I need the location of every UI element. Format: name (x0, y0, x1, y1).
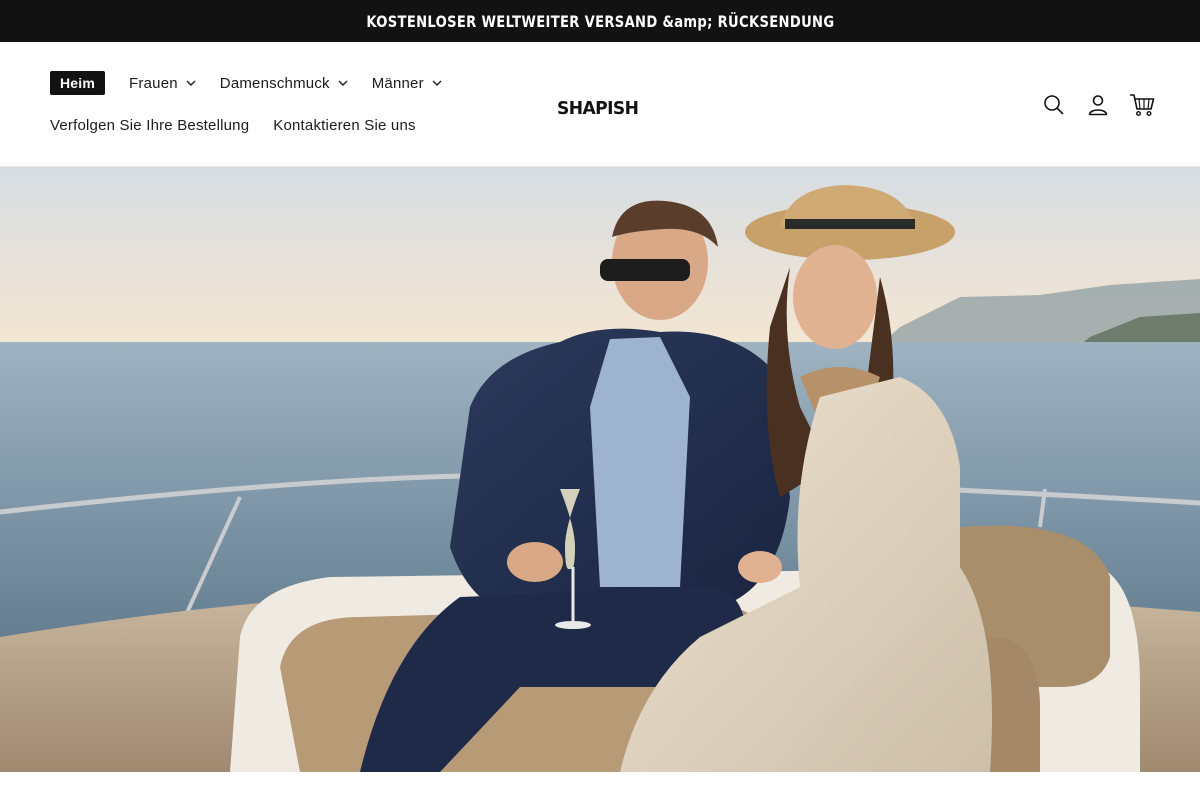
chevron-down-icon (186, 80, 196, 86)
nav-label: Kontaktieren Sie uns (273, 116, 416, 134)
hero-banner[interactable] (0, 167, 1200, 772)
announcement-text: KOSTENLOSER WELTWEITER VERSAND &amp; RÜC… (365, 11, 835, 31)
site-logo[interactable]: SHAPISH (557, 98, 639, 119)
nav-label: Heim (60, 75, 96, 91)
account-icon[interactable] (1076, 92, 1120, 118)
nav-label: Frauen (129, 74, 178, 92)
nav-item-contact[interactable]: Kontaktieren Sie uns (273, 117, 415, 134)
chevron-down-icon (338, 80, 348, 86)
cart-icon[interactable] (1120, 92, 1164, 118)
nav-item-heim[interactable]: Heim (50, 71, 106, 95)
chevron-down-icon (432, 80, 442, 86)
hero-image (0, 167, 1200, 772)
site-header: Heim Frauen Damenschmuck Männer Verfolge… (0, 42, 1200, 167)
nav-item-damenschmuck[interactable]: Damenschmuck (220, 75, 348, 92)
nav-item-track-order[interactable]: Verfolgen Sie Ihre Bestellung (50, 117, 249, 134)
announcement-bar: KOSTENLOSER WELTWEITER VERSAND &amp; RÜC… (0, 0, 1200, 42)
nav-label: Damenschmuck (219, 74, 330, 92)
nav-item-maenner[interactable]: Männer (372, 75, 442, 92)
nav-label: Männer (371, 74, 424, 92)
header-icons (1032, 92, 1164, 118)
nav-label: Verfolgen Sie Ihre Bestellung (50, 116, 250, 134)
search-icon[interactable] (1032, 92, 1076, 118)
nav-item-frauen[interactable]: Frauen (129, 75, 196, 92)
